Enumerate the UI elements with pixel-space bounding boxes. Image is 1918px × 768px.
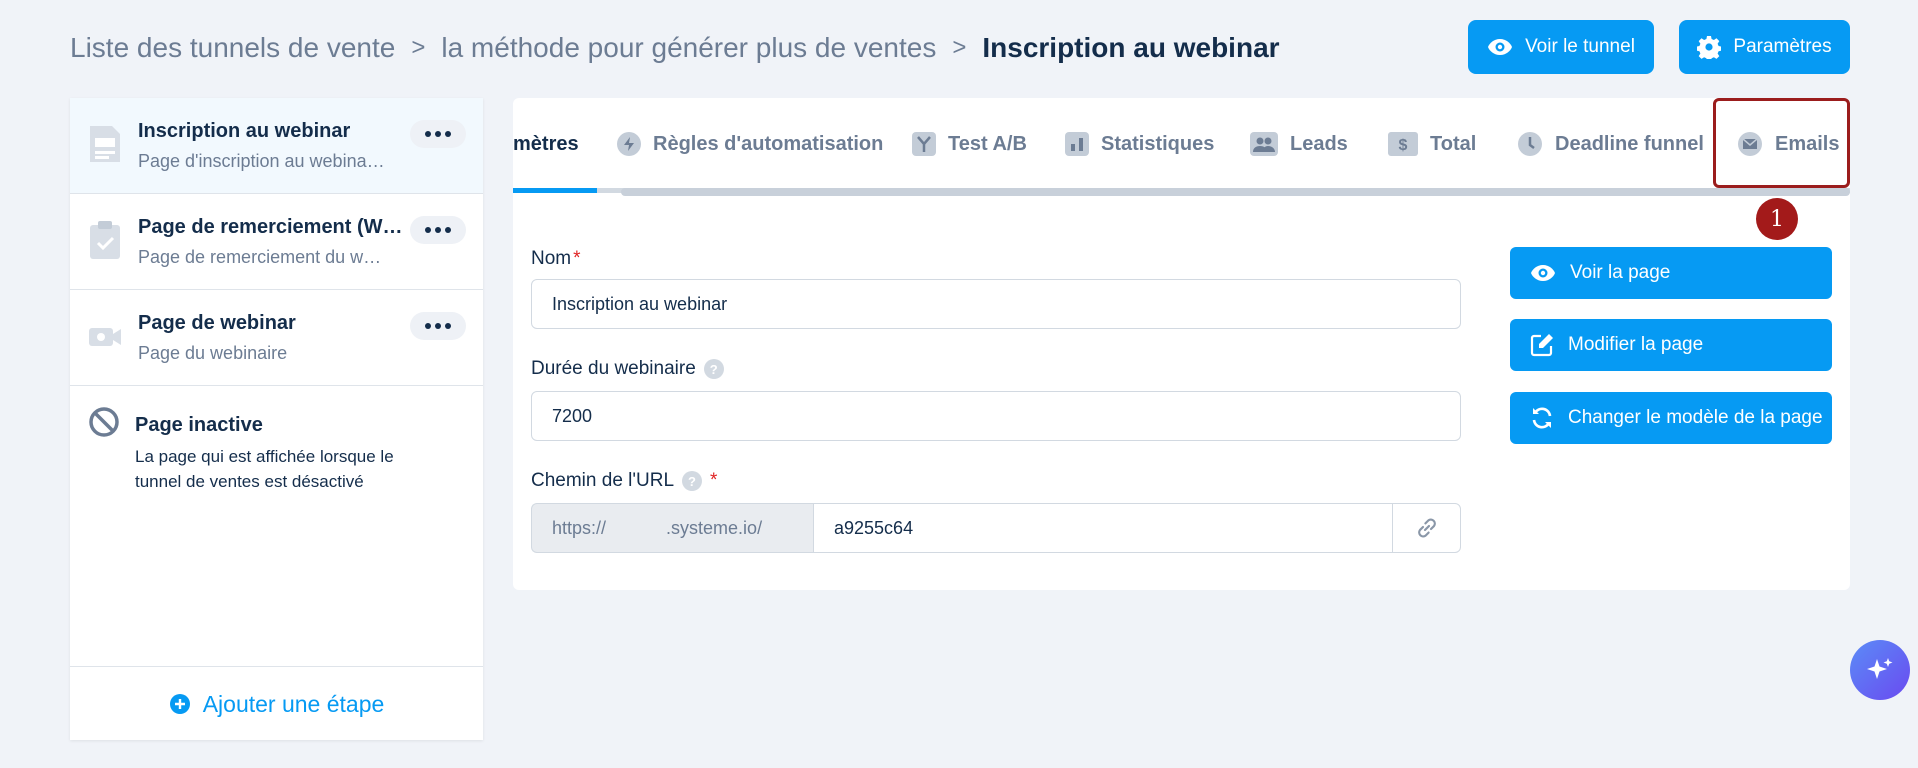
settings-button[interactable]: Paramètres bbox=[1679, 20, 1850, 74]
funnel-steps-sidebar: Inscription au webinar Page d'inscriptio… bbox=[70, 98, 483, 740]
duration-input-value: 7200 bbox=[552, 405, 593, 426]
step-title: Page de webinar bbox=[138, 312, 296, 334]
step-item-registration[interactable]: Inscription au webinar Page d'inscriptio… bbox=[70, 98, 483, 194]
view-page-label: Voir la page bbox=[1570, 262, 1671, 283]
bolt-icon bbox=[617, 132, 641, 156]
tab-bar: mètres Règles d'automatisation Test A/B … bbox=[513, 98, 1850, 190]
duration-label-text: Durée du webinaire bbox=[531, 358, 696, 379]
eye-icon bbox=[1488, 39, 1513, 55]
url-path-input[interactable]: a9255c64 bbox=[813, 503, 1393, 553]
tab-deadline-funnel[interactable]: Deadline funnel bbox=[1517, 98, 1704, 190]
tab-scrollbar-track bbox=[513, 188, 1850, 196]
breadcrumb-separator: > bbox=[411, 34, 426, 61]
users-icon bbox=[1250, 132, 1278, 156]
url-prefix: https:// .systeme.io/ bbox=[531, 503, 814, 553]
help-icon[interactable]: ? bbox=[682, 471, 703, 491]
tab-parameters[interactable]: mètres bbox=[513, 98, 579, 190]
required-mark: * bbox=[710, 470, 718, 491]
edit-page-button[interactable]: Modifier la page bbox=[1510, 319, 1832, 371]
link-icon bbox=[1417, 518, 1436, 538]
help-icon[interactable]: ? bbox=[703, 359, 724, 379]
sparkle-icon bbox=[1867, 658, 1893, 679]
step-subtitle: Page de remerciement du w… bbox=[138, 247, 382, 267]
clock-icon bbox=[1518, 132, 1542, 156]
step-item-thank-you[interactable]: Page de remerciement (W… Page de remerci… bbox=[70, 194, 483, 290]
emails-tab-highlight bbox=[1713, 98, 1850, 188]
name-field-label: Nom * bbox=[531, 248, 581, 270]
breadcrumb-funnel-name[interactable]: la méthode pour générer plus de ventes bbox=[441, 32, 936, 64]
breadcrumb: Liste des tunnels de vente > la méthode … bbox=[70, 28, 1280, 68]
name-label-text: Nom bbox=[531, 248, 572, 269]
svg-text:$: $ bbox=[1399, 137, 1408, 154]
step-menu-button[interactable] bbox=[410, 312, 466, 340]
tab-scrollbar[interactable] bbox=[621, 188, 1850, 196]
name-input[interactable]: Inscription au webinar bbox=[531, 279, 1461, 329]
edit-icon bbox=[1530, 334, 1553, 357]
url-field-label: Chemin de l'URL ? * bbox=[531, 470, 717, 492]
tab-label: Total bbox=[1430, 132, 1477, 155]
step-settings-panel: mètres Règles d'automatisation Test A/B … bbox=[513, 98, 1850, 590]
step-subtitle: Page d'inscription au webina… bbox=[138, 151, 385, 171]
tab-label: Test A/B bbox=[948, 132, 1027, 155]
plus-circle-icon bbox=[169, 694, 190, 714]
eye-icon bbox=[1531, 265, 1555, 281]
tab-leads[interactable]: Leads bbox=[1250, 98, 1348, 190]
clipboard-check-icon bbox=[90, 221, 120, 259]
tab-label: Deadline funnel bbox=[1555, 132, 1704, 155]
url-label-text: Chemin de l'URL bbox=[531, 470, 675, 491]
duration-field-label: Durée du webinaire ? bbox=[531, 358, 724, 380]
settings-label: Paramètres bbox=[1733, 36, 1832, 57]
required-mark: * bbox=[573, 248, 581, 269]
refresh-icon bbox=[1532, 407, 1552, 429]
change-template-button[interactable]: Changer le modèle de la page bbox=[1510, 392, 1832, 444]
bar-chart-icon bbox=[1065, 132, 1089, 156]
step-title: Inscription au webinar bbox=[138, 120, 351, 142]
step-menu-button[interactable] bbox=[410, 216, 466, 244]
view-page-button[interactable]: Voir la page bbox=[1510, 247, 1832, 299]
page-title: Inscription au webinar bbox=[982, 32, 1280, 63]
step-item-webinar[interactable]: Page de webinar Page du webinaire bbox=[70, 290, 483, 386]
view-funnel-button[interactable]: Voir le tunnel bbox=[1468, 20, 1654, 74]
tab-label: Règles d'automatisation bbox=[653, 132, 884, 155]
step-title: Page inactive bbox=[135, 414, 263, 436]
tab-ab-test[interactable]: Test A/B bbox=[912, 98, 1027, 190]
step-menu-button[interactable] bbox=[410, 120, 466, 148]
step-description: La page qui est affichée lorsque le tunn… bbox=[135, 447, 394, 491]
tab-automation-rules[interactable]: Règles d'automatisation bbox=[617, 98, 883, 190]
tab-label: Statistiques bbox=[1101, 132, 1215, 155]
add-step-label: Ajouter une étape bbox=[202, 690, 385, 717]
change-template-label: Changer le modèle de la page bbox=[1568, 407, 1823, 428]
step-subtitle: Page du webinaire bbox=[138, 343, 288, 363]
disabled-icon bbox=[89, 407, 119, 437]
view-funnel-label: Voir le tunnel bbox=[1525, 36, 1635, 57]
tab-statistics[interactable]: Statistiques bbox=[1065, 98, 1214, 190]
edit-page-label: Modifier la page bbox=[1568, 334, 1704, 355]
breadcrumb-separator: > bbox=[952, 34, 967, 61]
page-layout-icon bbox=[90, 126, 120, 162]
copy-link-button[interactable] bbox=[1392, 503, 1461, 553]
dollar-icon: $ bbox=[1388, 132, 1418, 156]
url-path-value: a9255c64 bbox=[834, 517, 914, 538]
video-camera-icon bbox=[89, 328, 121, 346]
step-item-inactive[interactable]: Page inactive La page qui est affichée l… bbox=[70, 386, 483, 526]
tab-label: mètres bbox=[513, 132, 579, 155]
tab-total[interactable]: $ Total bbox=[1388, 98, 1476, 190]
add-step-button[interactable]: Ajouter une étape bbox=[70, 666, 483, 741]
ai-assistant-button[interactable] bbox=[1850, 640, 1910, 700]
tab-label: Leads bbox=[1290, 132, 1348, 155]
step-title: Page de remerciement (W… bbox=[138, 216, 403, 238]
step-number-badge: 1 bbox=[1756, 198, 1798, 240]
gear-icon bbox=[1697, 36, 1722, 59]
name-input-value: Inscription au webinar bbox=[552, 293, 728, 314]
breadcrumb-funnel-list[interactable]: Liste des tunnels de vente bbox=[70, 32, 395, 64]
split-icon bbox=[912, 132, 936, 156]
active-tab-indicator bbox=[513, 188, 597, 193]
url-prefix-text: https:// .systeme.io/ bbox=[552, 517, 763, 538]
duration-input[interactable]: 7200 bbox=[531, 391, 1461, 441]
